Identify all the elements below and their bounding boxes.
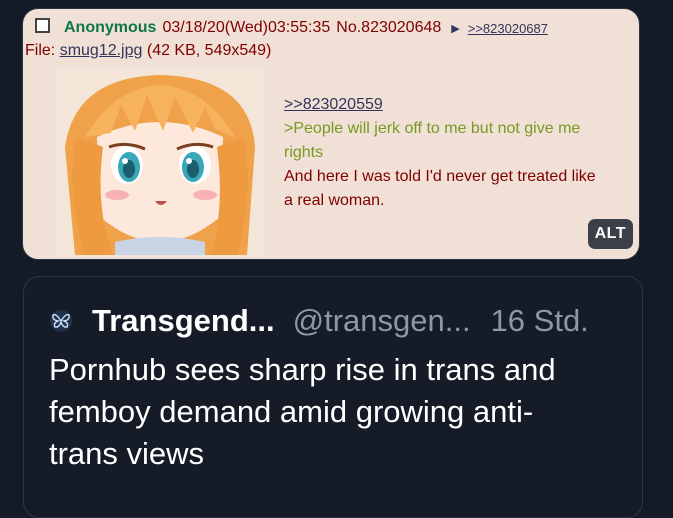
file-details: (42 KB, 549x549) (146, 42, 272, 59)
post-text: And here I was told I'd never get treate… (284, 168, 596, 209)
post-number: No.823020648 (336, 19, 442, 36)
post-body: >>823020559 >People will jerk off to me … (284, 93, 604, 213)
post-image-card[interactable]: Anonymous 03/18/20(Wed)03:55:35 No.82302… (23, 9, 639, 259)
file-label: File: (25, 42, 56, 59)
post-checkbox (35, 17, 50, 33)
quoted-author-handle: @transgen... (292, 303, 471, 338)
alt-badge[interactable]: ALT (587, 219, 633, 249)
file-name-link: smug12.jpg (59, 42, 143, 59)
avatar (50, 310, 72, 332)
arrow-right-icon: ▶ (451, 22, 460, 35)
quoted-post-time: 16 Std. (490, 303, 589, 338)
quoted-post-text: Pornhub sees sharp rise in trans and fem… (49, 352, 556, 471)
greentext-line: >People will jerk off to me but not give… (284, 120, 581, 161)
poster-name: Anonymous (64, 19, 157, 36)
quoted-post-card[interactable]: Transgend... @transgen... 16 Std. Pornhu… (23, 276, 643, 518)
quoted-post-header: Transgend... @transgen... 16 Std. (50, 303, 589, 339)
butterfly-icon (52, 313, 70, 328)
backlink: >>823020687 (467, 20, 548, 36)
post-thumbnail (55, 67, 265, 255)
quoted-author-name: Transgend... (92, 303, 275, 338)
file-info-line: File: smug12.jpg (42 KB, 549x549) (25, 42, 271, 60)
post-header: Anonymous 03/18/20(Wed)03:55:35 No.82302… (35, 17, 639, 37)
post-datetime: 03/18/20(Wed)03:55:35 (162, 19, 331, 36)
quote-link: >>823020559 (284, 96, 383, 113)
